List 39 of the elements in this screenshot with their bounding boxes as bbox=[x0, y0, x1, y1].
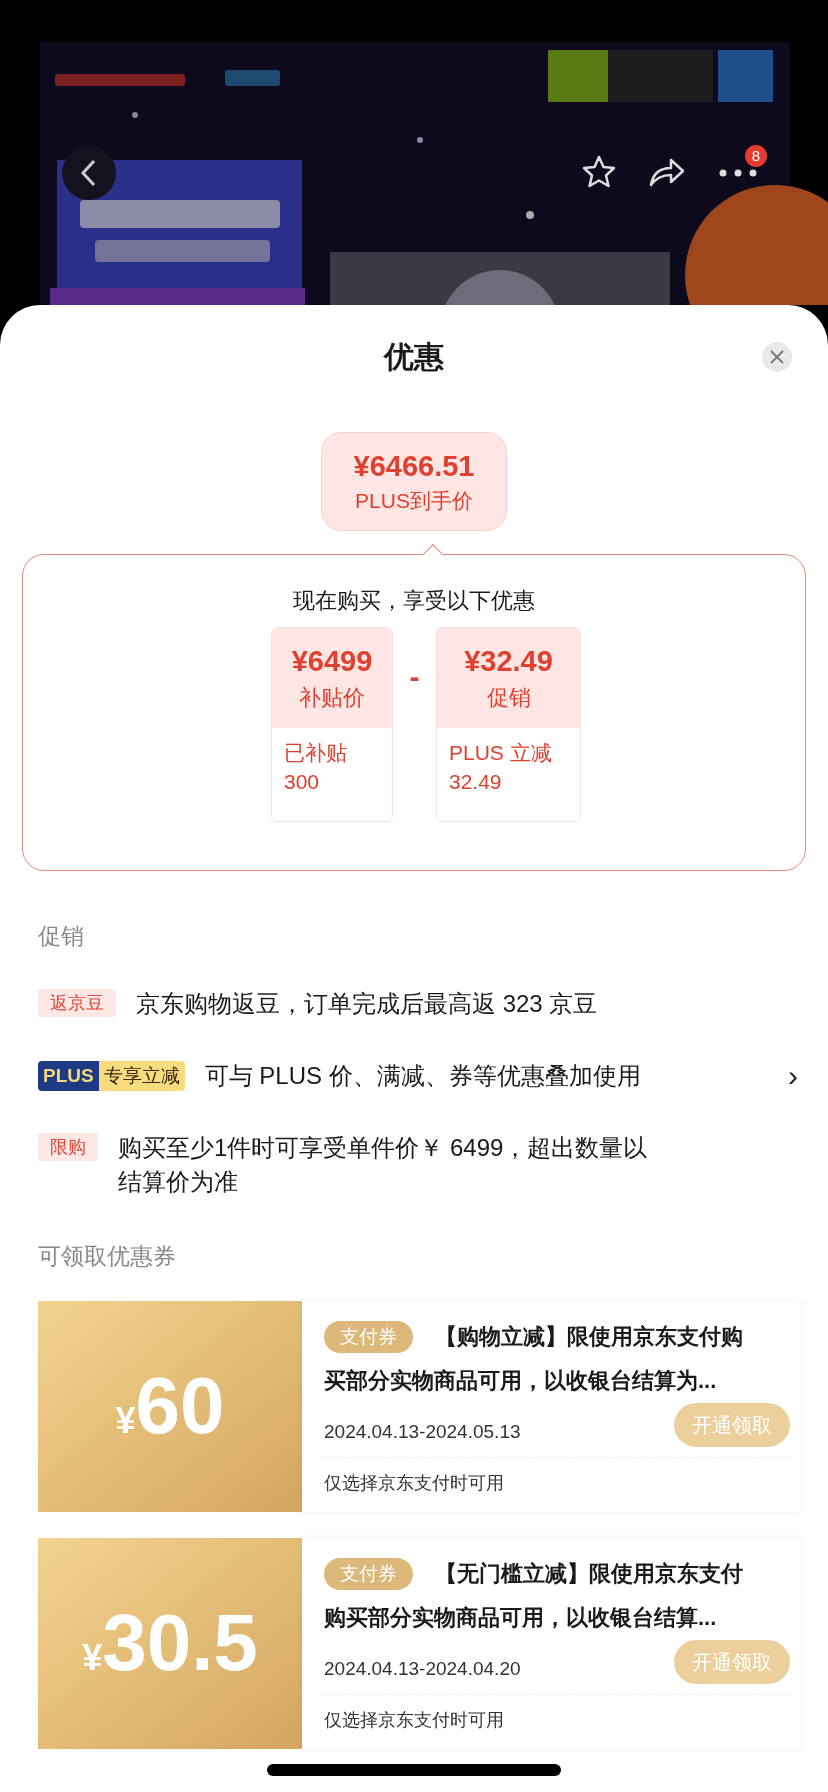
coupon-dates: 2024.04.13-2024.04.20 bbox=[324, 1656, 521, 1681]
sheet-title: 优惠 bbox=[384, 339, 444, 375]
final-price: ¥6466.51 bbox=[353, 448, 475, 484]
price-detail: 300 bbox=[284, 769, 321, 795]
price-label: 促销 bbox=[486, 684, 531, 712]
coupon-title: 买部分实物商品可用，以收银台结算为... bbox=[324, 1367, 718, 1395]
claim-button[interactable]: 开通领取 bbox=[674, 1640, 790, 1684]
coupon-amount: ¥30.5 bbox=[82, 1602, 258, 1685]
coupon-tag: 支付券 bbox=[324, 1321, 413, 1353]
price-amount: ¥6499 bbox=[291, 644, 373, 679]
promo-text: 京东购物返豆，订单完成后最高返 323 京豆 bbox=[136, 989, 598, 1019]
coupon-title: 【购物立减】限使用京东支付购 bbox=[435, 1323, 743, 1351]
section-title: 促销 bbox=[38, 923, 84, 949]
price-amount: ¥32.49 bbox=[464, 644, 553, 679]
price-detail: 已补贴 bbox=[284, 740, 348, 766]
promo-tag: 限购 bbox=[38, 1133, 98, 1161]
claim-button[interactable]: 开通领取 bbox=[674, 1403, 790, 1447]
price-detail: 32.49 bbox=[449, 769, 503, 795]
coupon-note: 仅选择京东支付时可用 bbox=[324, 1472, 505, 1495]
promo-text: 可与 PLUS 价、满减、券等优惠叠加使用 bbox=[204, 1061, 642, 1091]
more-icon[interactable] bbox=[718, 168, 758, 178]
minus-sign: - bbox=[408, 659, 421, 695]
price-detail: PLUS 立减 bbox=[449, 740, 553, 766]
coupon-tag: 支付券 bbox=[324, 1558, 413, 1590]
coupon-amount: ¥60 bbox=[115, 1365, 225, 1448]
close-button[interactable] bbox=[762, 342, 792, 372]
promo-tag: 返京豆 bbox=[38, 989, 116, 1017]
section-title: 可领取优惠券 bbox=[38, 1243, 176, 1269]
coupon-title: 购买部分实物商品可用，以收银台结算... bbox=[324, 1604, 718, 1632]
star-icon[interactable] bbox=[580, 154, 618, 190]
final-price-label: PLUS到手价 bbox=[355, 487, 473, 514]
coupon-dates: 2024.04.13-2024.05.13 bbox=[324, 1419, 521, 1444]
close-icon bbox=[770, 350, 784, 364]
chevron-icon[interactable]: › bbox=[788, 1061, 798, 1091]
price-label: 补贴价 bbox=[299, 684, 365, 712]
breakdown-heading: 现在购买，享受以下优惠 bbox=[293, 587, 535, 615]
coupon-title: 【无门槛立减】限使用京东支付 bbox=[435, 1560, 743, 1588]
coupon-note: 仅选择京东支付时可用 bbox=[324, 1709, 505, 1732]
promo-text: 购买至少1件时可享受单件价￥ 6499，超出数量以结算价为准 bbox=[118, 1133, 649, 1197]
